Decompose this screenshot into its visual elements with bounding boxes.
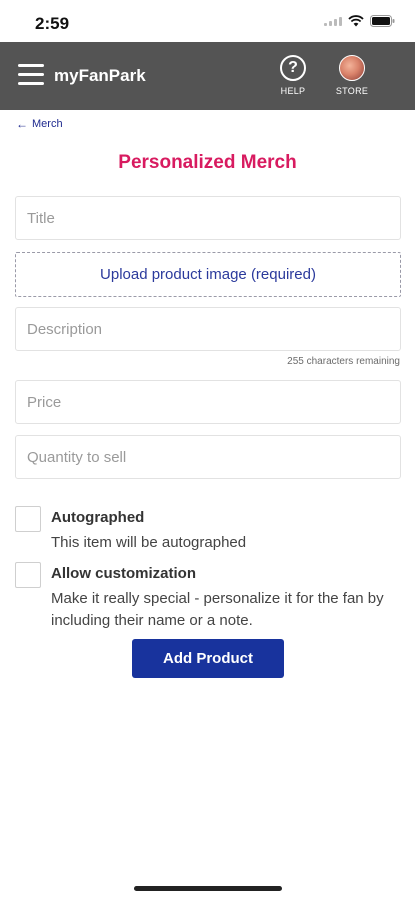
wifi-icon bbox=[348, 15, 364, 27]
price-input[interactable] bbox=[16, 381, 400, 423]
character-count: 255 characters remaining bbox=[287, 356, 400, 367]
status-bar: 2:59 bbox=[0, 0, 415, 42]
status-time: 2:59 bbox=[35, 14, 70, 33]
hamburger-menu-icon[interactable] bbox=[18, 64, 44, 86]
store-button[interactable]: STORE bbox=[330, 55, 374, 96]
home-indicator bbox=[134, 886, 282, 891]
app-header: myFanPark ? HELP STORE bbox=[0, 42, 415, 110]
quantity-field bbox=[15, 435, 401, 479]
battery-icon bbox=[370, 15, 395, 27]
price-field bbox=[15, 380, 401, 424]
signal-icon bbox=[324, 16, 342, 26]
app-title: myFanPark bbox=[54, 66, 146, 85]
store-avatar bbox=[339, 55, 365, 81]
customization-label: Allow customization bbox=[51, 565, 197, 582]
customization-description: Make it really special - personalize it … bbox=[51, 590, 384, 629]
help-icon: ? bbox=[280, 55, 306, 81]
customization-checkbox[interactable] bbox=[15, 562, 41, 588]
breadcrumb-label: Merch bbox=[32, 118, 63, 130]
autographed-label: Autographed bbox=[51, 509, 145, 526]
add-product-button[interactable]: Add Product bbox=[132, 639, 284, 678]
page-title: Personalized Merch bbox=[118, 152, 297, 173]
autographed-checkbox[interactable] bbox=[15, 506, 41, 532]
help-label: HELP bbox=[280, 86, 306, 96]
title-input[interactable] bbox=[16, 197, 400, 239]
back-to-merch-link[interactable]: ← Merch bbox=[16, 118, 63, 130]
store-label: STORE bbox=[335, 86, 369, 96]
description-input[interactable] bbox=[16, 308, 400, 350]
arrow-left-icon: ← bbox=[16, 117, 28, 131]
status-icons bbox=[324, 15, 395, 27]
title-field bbox=[15, 196, 401, 240]
autographed-description: This item will be autographed bbox=[51, 534, 247, 551]
description-field bbox=[15, 307, 401, 351]
quantity-input[interactable] bbox=[16, 436, 400, 478]
help-button[interactable]: ? HELP bbox=[271, 55, 315, 96]
upload-image-button[interactable]: Upload product image (required) bbox=[15, 252, 401, 297]
